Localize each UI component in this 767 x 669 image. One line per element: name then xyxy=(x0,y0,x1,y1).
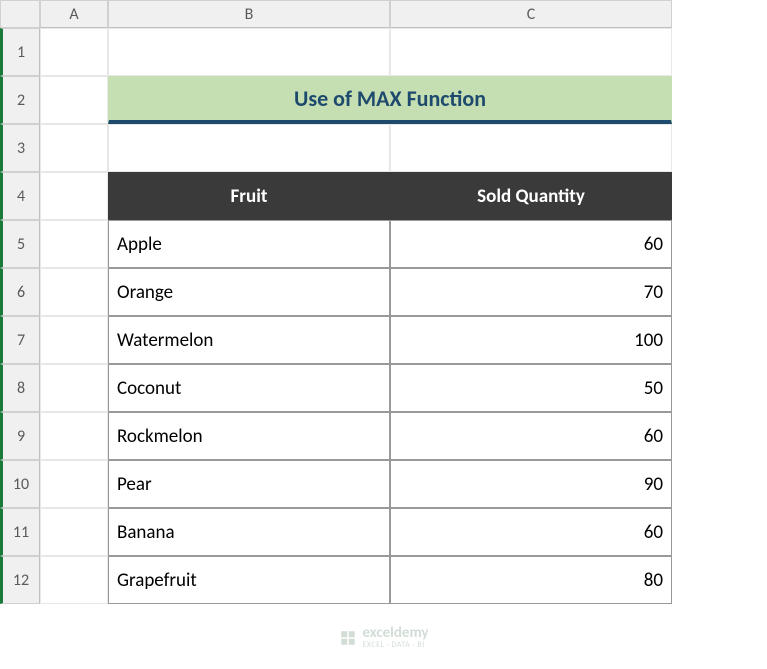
cell-a4[interactable] xyxy=(40,172,108,220)
table-row[interactable]: Rockmelon xyxy=(108,412,390,460)
logo-icon xyxy=(338,629,356,647)
row-header-7[interactable]: 7 xyxy=(0,316,40,364)
table-row[interactable]: Apple xyxy=(108,220,390,268)
title-cell[interactable]: Use of MAX Function xyxy=(108,76,672,124)
cell-b3[interactable] xyxy=(108,124,390,172)
cell-c3[interactable] xyxy=(390,124,672,172)
table-row[interactable]: 60 xyxy=(390,508,672,556)
cell-a9[interactable] xyxy=(40,412,108,460)
table-row[interactable]: 80 xyxy=(390,556,672,604)
cell-b1[interactable] xyxy=(108,28,390,76)
table-row[interactable]: Orange xyxy=(108,268,390,316)
watermark-brand: exceldemy xyxy=(362,626,428,641)
cell-a1[interactable] xyxy=(40,28,108,76)
cell-a11[interactable] xyxy=(40,508,108,556)
row-header-4[interactable]: 4 xyxy=(0,172,40,220)
table-row[interactable]: Coconut xyxy=(108,364,390,412)
cell-a8[interactable] xyxy=(40,364,108,412)
row-header-1[interactable]: 1 xyxy=(0,28,40,76)
cell-a12[interactable] xyxy=(40,556,108,604)
cell-a5[interactable] xyxy=(40,220,108,268)
row-header-9[interactable]: 9 xyxy=(0,412,40,460)
table-row[interactable]: 100 xyxy=(390,316,672,364)
grid-corner xyxy=(0,0,40,28)
table-row[interactable]: Pear xyxy=(108,460,390,508)
header-qty[interactable]: Sold Quantity xyxy=(390,172,672,220)
row-header-12[interactable]: 12 xyxy=(0,556,40,604)
cell-a6[interactable] xyxy=(40,268,108,316)
row-header-2[interactable]: 2 xyxy=(0,76,40,124)
table-row[interactable]: Grapefruit xyxy=(108,556,390,604)
watermark-tag: EXCEL · DATA · BI xyxy=(362,641,428,649)
table-row[interactable]: 70 xyxy=(390,268,672,316)
row-header-11[interactable]: 11 xyxy=(0,508,40,556)
cell-a7[interactable] xyxy=(40,316,108,364)
col-header-b[interactable]: B xyxy=(108,0,390,28)
spreadsheet-grid: A B C 1 2 Use of MAX Function 3 4 Fruit … xyxy=(0,0,767,604)
table-row[interactable]: 60 xyxy=(390,412,672,460)
row-header-3[interactable]: 3 xyxy=(0,124,40,172)
cell-a3[interactable] xyxy=(40,124,108,172)
table-row[interactable]: 50 xyxy=(390,364,672,412)
row-header-10[interactable]: 10 xyxy=(0,460,40,508)
col-header-c[interactable]: C xyxy=(390,0,672,28)
table-row[interactable]: 60 xyxy=(390,220,672,268)
table-row[interactable]: Banana xyxy=(108,508,390,556)
watermark-text: exceldemy EXCEL · DATA · BI xyxy=(362,626,428,649)
row-header-8[interactable]: 8 xyxy=(0,364,40,412)
table-row[interactable]: Watermelon xyxy=(108,316,390,364)
cell-a10[interactable] xyxy=(40,460,108,508)
cell-c1[interactable] xyxy=(390,28,672,76)
watermark: exceldemy EXCEL · DATA · BI xyxy=(338,626,428,649)
row-header-5[interactable]: 5 xyxy=(0,220,40,268)
col-header-a[interactable]: A xyxy=(40,0,108,28)
row-header-6[interactable]: 6 xyxy=(0,268,40,316)
table-row[interactable]: 90 xyxy=(390,460,672,508)
cell-a2[interactable] xyxy=(40,76,108,124)
header-fruit[interactable]: Fruit xyxy=(108,172,390,220)
